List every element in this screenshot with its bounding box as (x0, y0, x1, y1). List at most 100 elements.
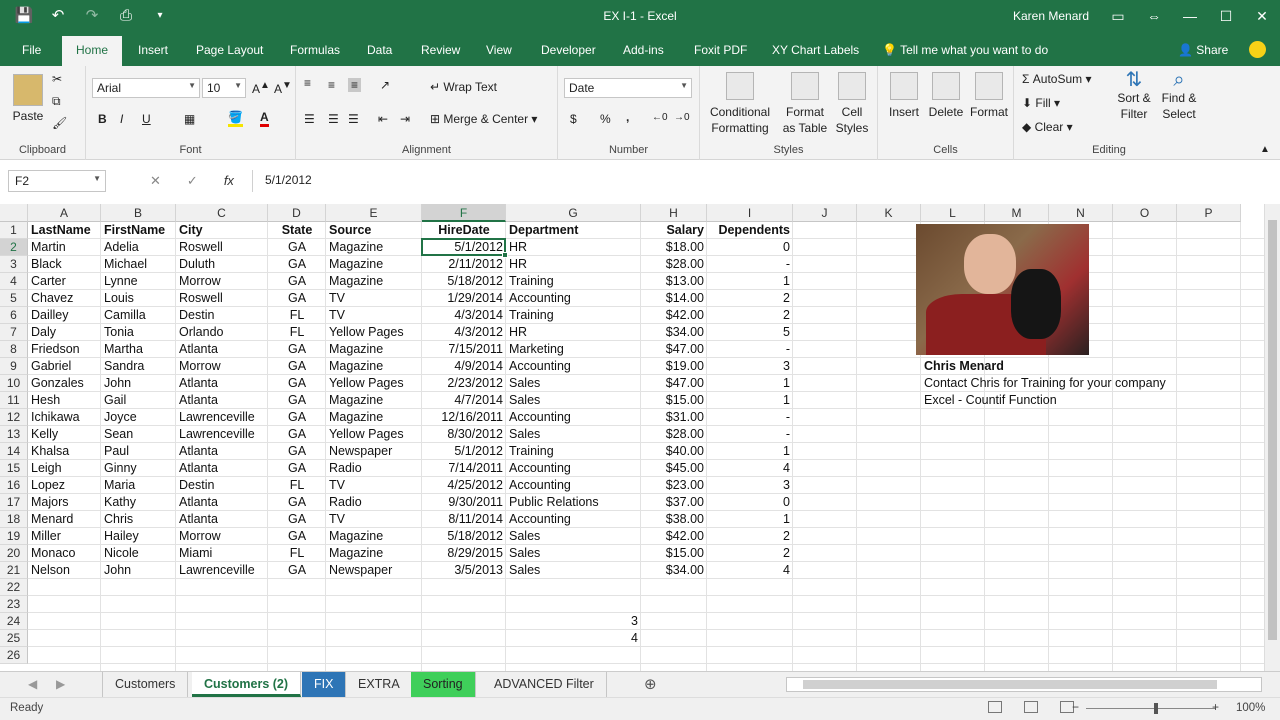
table-cell[interactable]: Accounting (509, 290, 638, 307)
table-cell[interactable]: $31.00 (644, 409, 704, 426)
worksheet-grid[interactable]: A B C D E F G H I J K L M N O P 1 2 3 4 5 6 7 8 9 10 11 12 13 14 15 16 1… (0, 204, 1264, 671)
table-cell[interactable]: Nicole (104, 545, 173, 562)
column-header[interactable]: H (641, 204, 707, 222)
column-header[interactable]: F (422, 204, 506, 222)
table-cell[interactable]: John (104, 375, 173, 392)
table-cell[interactable]: Paul (104, 443, 173, 460)
table-cell[interactable]: $18.00 (644, 239, 704, 256)
table-cell[interactable]: 2 (710, 545, 790, 562)
note-name-cell[interactable]: Chris Menard (924, 358, 1004, 375)
table-cell[interactable]: Magazine (329, 528, 419, 545)
table-cell[interactable]: HR (509, 256, 638, 273)
borders-icon[interactable]: ▦ (184, 112, 195, 126)
merge-center-button[interactable]: ⊞ Merge & Center ▾ (430, 112, 537, 126)
zoom-slider[interactable] (1086, 703, 1216, 714)
sheet-tab-fix[interactable]: FIX (302, 672, 347, 697)
table-cell[interactable]: $15.00 (644, 392, 704, 409)
table-cell[interactable]: Daly (31, 324, 98, 341)
table-cell[interactable]: Sandra (104, 358, 173, 375)
next-sheet-icon[interactable]: ▶ (56, 677, 65, 691)
note-line2-cell[interactable]: Excel - Countif Function (924, 392, 1057, 409)
note-line1-cell[interactable]: Contact Chris for Training for your comp… (924, 375, 1166, 392)
align-left-icon[interactable]: ☰ (304, 112, 315, 126)
table-cell[interactable]: HR (509, 239, 638, 256)
table-cell[interactable]: Atlanta (179, 443, 265, 460)
table-cell[interactable]: Martin (31, 239, 98, 256)
row-header[interactable]: 17 (0, 494, 28, 511)
table-cell[interactable]: Radio (329, 460, 419, 477)
row-header[interactable]: 12 (0, 409, 28, 426)
table-cell[interactable]: 3 (710, 477, 790, 494)
column-header[interactable]: J (793, 204, 857, 222)
decrease-indent-icon[interactable]: ⇤ (378, 112, 388, 126)
close-icon[interactable]: ✕ (1244, 4, 1280, 28)
table-cell[interactable]: Menard (31, 511, 98, 528)
row-header[interactable]: 2 (0, 239, 28, 256)
g24-cell[interactable]: 3 (509, 613, 638, 630)
font-size-select[interactable]: 10 ▼ (202, 78, 246, 98)
table-cell[interactable]: Magazine (329, 256, 419, 273)
tab-formulas[interactable]: Formulas (290, 43, 340, 57)
tab-data[interactable]: Data (367, 43, 392, 57)
format-as-table-button[interactable]: Format as Table (780, 72, 830, 136)
table-cell[interactable]: $38.00 (644, 511, 704, 528)
table-cell[interactable]: TV (329, 511, 419, 528)
table-cell[interactable]: GA (271, 239, 323, 256)
table-cell[interactable]: GA (271, 290, 323, 307)
column-header[interactable]: C (176, 204, 268, 222)
zoom-out-icon[interactable]: − (1072, 700, 1079, 714)
row-header[interactable]: 24 (0, 613, 28, 630)
table-cell[interactable]: Morrow (179, 273, 265, 290)
horizontal-scrollbar[interactable] (786, 677, 1262, 692)
table-cell[interactable]: Sean (104, 426, 173, 443)
table-cell[interactable]: $28.00 (644, 426, 704, 443)
table-cell[interactable]: $42.00 (644, 307, 704, 324)
table-cell[interactable]: - (710, 256, 790, 273)
table-cell[interactable]: Orlando (179, 324, 265, 341)
row-header[interactable]: 16 (0, 477, 28, 494)
table-cell[interactable]: Morrow (179, 358, 265, 375)
increase-indent-icon[interactable]: ⇥ (400, 112, 410, 126)
table-cell[interactable]: Training (509, 273, 638, 290)
table-cell[interactable]: $37.00 (644, 494, 704, 511)
row-header[interactable]: 3 (0, 256, 28, 273)
table-cell[interactable]: Training (509, 443, 638, 460)
table-cell[interactable]: Atlanta (179, 392, 265, 409)
table-cell[interactable]: HR (509, 324, 638, 341)
table-cell[interactable]: Morrow (179, 528, 265, 545)
cell-styles-button[interactable]: Cell Styles (832, 72, 872, 136)
table-cell[interactable]: Sales (509, 562, 638, 579)
shrink-font-icon[interactable]: A▼ (274, 80, 292, 96)
column-header[interactable]: B (101, 204, 176, 222)
table-cell[interactable]: Majors (31, 494, 98, 511)
profile-photo[interactable] (916, 224, 1089, 355)
table-cell[interactable]: $19.00 (644, 358, 704, 375)
table-cell[interactable]: Chavez (31, 290, 98, 307)
tab-insert[interactable]: Insert (138, 43, 168, 57)
table-cell[interactable]: $34.00 (644, 324, 704, 341)
table-cell[interactable]: 3 (710, 358, 790, 375)
tab-foxit-pdf[interactable]: Foxit PDF (694, 43, 747, 57)
horizontal-scroll-thumb[interactable] (803, 680, 1217, 689)
table-cell[interactable]: Lawrenceville (179, 426, 265, 443)
table-cell[interactable]: 8/11/2014 (425, 511, 503, 528)
column-header[interactable]: L (921, 204, 985, 222)
table-cell[interactable]: Sales (509, 375, 638, 392)
table-cell[interactable]: Miller (31, 528, 98, 545)
table-cell[interactable]: FL (271, 324, 323, 341)
row-header[interactable]: 13 (0, 426, 28, 443)
table-cell[interactable]: 4/25/2012 (425, 477, 503, 494)
table-cell[interactable]: Carter (31, 273, 98, 290)
table-cell[interactable]: 0 (710, 239, 790, 256)
row-header[interactable]: 20 (0, 545, 28, 562)
column-header[interactable]: K (857, 204, 921, 222)
paste-button[interactable]: Paste (10, 74, 46, 123)
select-all-corner[interactable] (0, 204, 28, 222)
table-cell[interactable]: Magazine (329, 341, 419, 358)
maximize-icon[interactable]: ☐ (1208, 4, 1244, 28)
column-title-cell[interactable]: Salary (644, 222, 704, 239)
table-cell[interactable]: 8/30/2012 (425, 426, 503, 443)
table-cell[interactable]: GA (271, 494, 323, 511)
wrap-text-button[interactable]: ↵ Wrap Text (430, 80, 497, 94)
table-cell[interactable]: 9/30/2011 (425, 494, 503, 511)
